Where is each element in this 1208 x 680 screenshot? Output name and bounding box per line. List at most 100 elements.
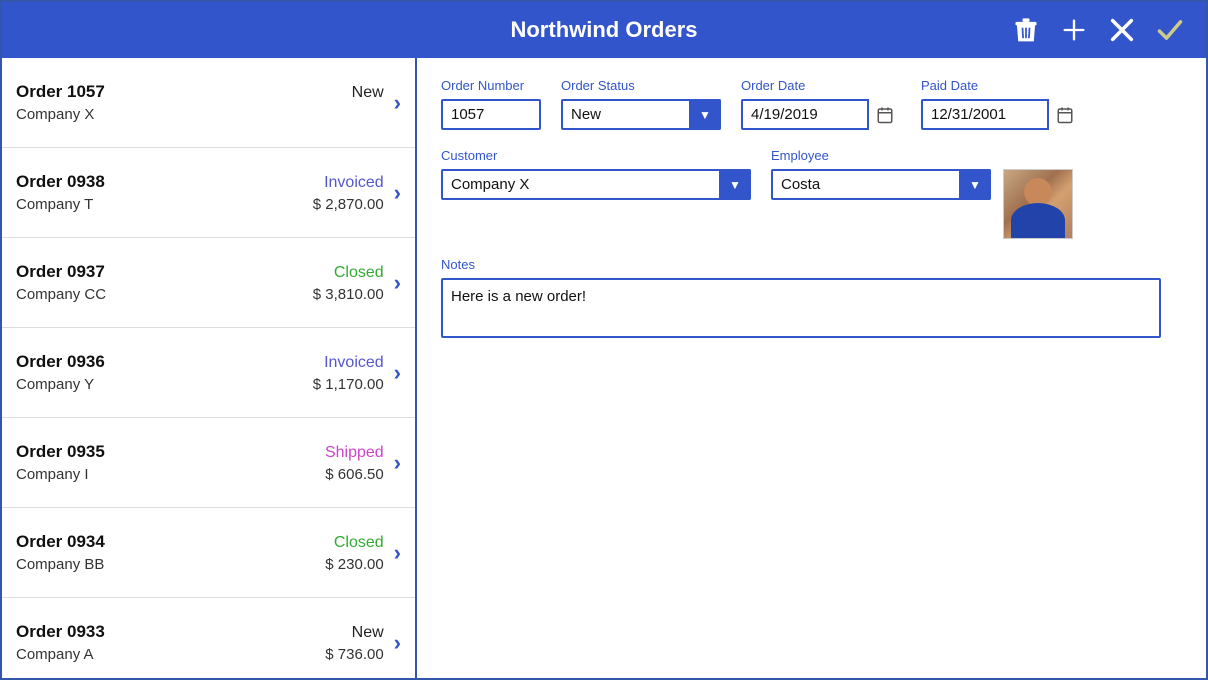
order-item-top: Order 0934 Closed — [16, 532, 384, 552]
employee-select-wrapper: Costa Smith Johnson — [771, 169, 991, 200]
order-company: Company Y — [16, 376, 94, 393]
order-status: New — [352, 84, 384, 102]
notes-label: Notes — [441, 257, 1182, 272]
order-name: Order 1057 — [16, 82, 105, 102]
order-status: Closed — [334, 534, 384, 552]
notes-field: Notes Here is a new order! — [441, 257, 1182, 338]
order-item-info: Order 0934 Closed Company BB $ 230.00 — [16, 532, 384, 573]
employee-photo — [1003, 169, 1073, 239]
list-item[interactable]: Order 0934 Closed Company BB $ 230.00 › — [2, 508, 415, 598]
add-button[interactable] — [1054, 10, 1094, 50]
order-item-info: Order 0937 Closed Company CC $ 3,810.00 — [16, 262, 384, 303]
form-row-1: Order Number Order Status New Invoiced C… — [441, 78, 1182, 130]
paid-date-calendar-icon[interactable] — [1047, 99, 1081, 130]
order-date-calendar-icon[interactable] — [867, 99, 901, 130]
list-item[interactable]: Order 0935 Shipped Company I $ 606.50 › — [2, 418, 415, 508]
order-item-top: Order 0937 Closed — [16, 262, 384, 282]
order-status-field: Order Status New Invoiced Closed Shipped — [561, 78, 721, 130]
order-amount: $ 230.00 — [325, 556, 383, 573]
customer-select[interactable]: Company X Company T Company CC Company Y… — [441, 169, 751, 200]
employee-field: Employee Costa Smith Johnson — [771, 148, 1073, 239]
order-name: Order 0938 — [16, 172, 105, 192]
order-company: Company BB — [16, 556, 104, 573]
order-item-info: Order 1057 New Company X — [16, 82, 384, 123]
order-status-select[interactable]: New Invoiced Closed Shipped — [561, 99, 721, 130]
order-number-field: Order Number — [441, 78, 541, 130]
chevron-right-icon: › — [394, 630, 401, 656]
list-item[interactable]: Order 0938 Invoiced Company T $ 2,870.00… — [2, 148, 415, 238]
order-item-top: Order 0935 Shipped — [16, 442, 384, 462]
paid-date-wrapper — [921, 99, 1081, 130]
order-item-bottom: Company CC $ 3,810.00 — [16, 286, 384, 303]
order-company: Company A — [16, 646, 94, 663]
order-item-top: Order 1057 New — [16, 82, 384, 102]
app-title: Northwind Orders — [510, 17, 697, 43]
list-item[interactable]: Order 0933 New Company A $ 736.00 › — [2, 598, 415, 678]
customer-label: Customer — [441, 148, 751, 163]
chevron-right-icon: › — [394, 540, 401, 566]
chevron-right-icon: › — [394, 450, 401, 476]
checkmark-icon — [1156, 16, 1184, 44]
order-name: Order 0933 — [16, 622, 105, 642]
order-item-bottom: Company A $ 736.00 — [16, 646, 384, 663]
order-status: Invoiced — [324, 354, 384, 372]
order-item-top: Order 0938 Invoiced — [16, 172, 384, 192]
order-amount: $ 736.00 — [325, 646, 383, 663]
employee-label: Employee — [771, 148, 1073, 163]
chevron-right-icon: › — [394, 270, 401, 296]
app-container: Northwind Orders — [0, 0, 1208, 680]
delete-button[interactable] — [1006, 10, 1046, 50]
order-number-input[interactable] — [441, 99, 541, 130]
order-status-label: Order Status — [561, 78, 721, 93]
confirm-button[interactable] — [1150, 10, 1190, 50]
trash-icon — [1012, 16, 1040, 44]
order-status: Invoiced — [324, 174, 384, 192]
header-actions — [1006, 10, 1190, 50]
order-company: Company CC — [16, 286, 106, 303]
form-row-3: Notes Here is a new order! — [441, 257, 1182, 338]
order-amount: $ 3,810.00 — [313, 286, 384, 303]
order-amount: $ 606.50 — [325, 466, 383, 483]
employee-select[interactable]: Costa Smith Johnson — [771, 169, 991, 200]
order-company: Company X — [16, 106, 94, 123]
cancel-button[interactable] — [1102, 10, 1142, 50]
list-item[interactable]: Order 0937 Closed Company CC $ 3,810.00 … — [2, 238, 415, 328]
paid-date-label: Paid Date — [921, 78, 1081, 93]
order-date-field: Order Date — [741, 78, 901, 130]
list-item[interactable]: Order 1057 New Company X › — [2, 58, 415, 148]
order-item-info: Order 0933 New Company A $ 736.00 — [16, 622, 384, 663]
chevron-right-icon: › — [394, 360, 401, 386]
order-amount: $ 1,170.00 — [313, 376, 384, 393]
order-item-top: Order 0936 Invoiced — [16, 352, 384, 372]
order-item-bottom: Company X — [16, 106, 384, 123]
cancel-icon — [1108, 16, 1136, 44]
order-item-bottom: Company Y $ 1,170.00 — [16, 376, 384, 393]
order-name: Order 0937 — [16, 262, 105, 282]
order-date-wrapper — [741, 99, 901, 130]
order-name: Order 0936 — [16, 352, 105, 372]
plus-icon — [1060, 16, 1088, 44]
list-item[interactable]: Order 0936 Invoiced Company Y $ 1,170.00… — [2, 328, 415, 418]
customer-field: Customer Company X Company T Company CC … — [441, 148, 751, 200]
form-row-2: Customer Company X Company T Company CC … — [441, 148, 1182, 239]
order-item-bottom: Company I $ 606.50 — [16, 466, 384, 483]
order-item-bottom: Company BB $ 230.00 — [16, 556, 384, 573]
employee-row: Costa Smith Johnson — [771, 169, 1073, 239]
detail-panel: Order Number Order Status New Invoiced C… — [417, 58, 1206, 678]
order-status: New — [352, 624, 384, 642]
order-status: Closed — [334, 264, 384, 282]
order-amount: $ 2,870.00 — [313, 196, 384, 213]
notes-textarea[interactable]: Here is a new order! — [441, 278, 1161, 338]
order-item-info: Order 0936 Invoiced Company Y $ 1,170.00 — [16, 352, 384, 393]
order-list: Order 1057 New Company X › Order 0938 In… — [2, 58, 417, 678]
order-company: Company I — [16, 466, 89, 483]
chevron-right-icon: › — [394, 180, 401, 206]
order-item-info: Order 0935 Shipped Company I $ 606.50 — [16, 442, 384, 483]
order-status-select-wrapper: New Invoiced Closed Shipped — [561, 99, 721, 130]
order-name: Order 0935 — [16, 442, 105, 462]
paid-date-field: Paid Date — [921, 78, 1081, 130]
order-number-label: Order Number — [441, 78, 541, 93]
order-item-info: Order 0938 Invoiced Company T $ 2,870.00 — [16, 172, 384, 213]
main-content: Order 1057 New Company X › Order 0938 In… — [2, 58, 1206, 678]
order-date-label: Order Date — [741, 78, 901, 93]
